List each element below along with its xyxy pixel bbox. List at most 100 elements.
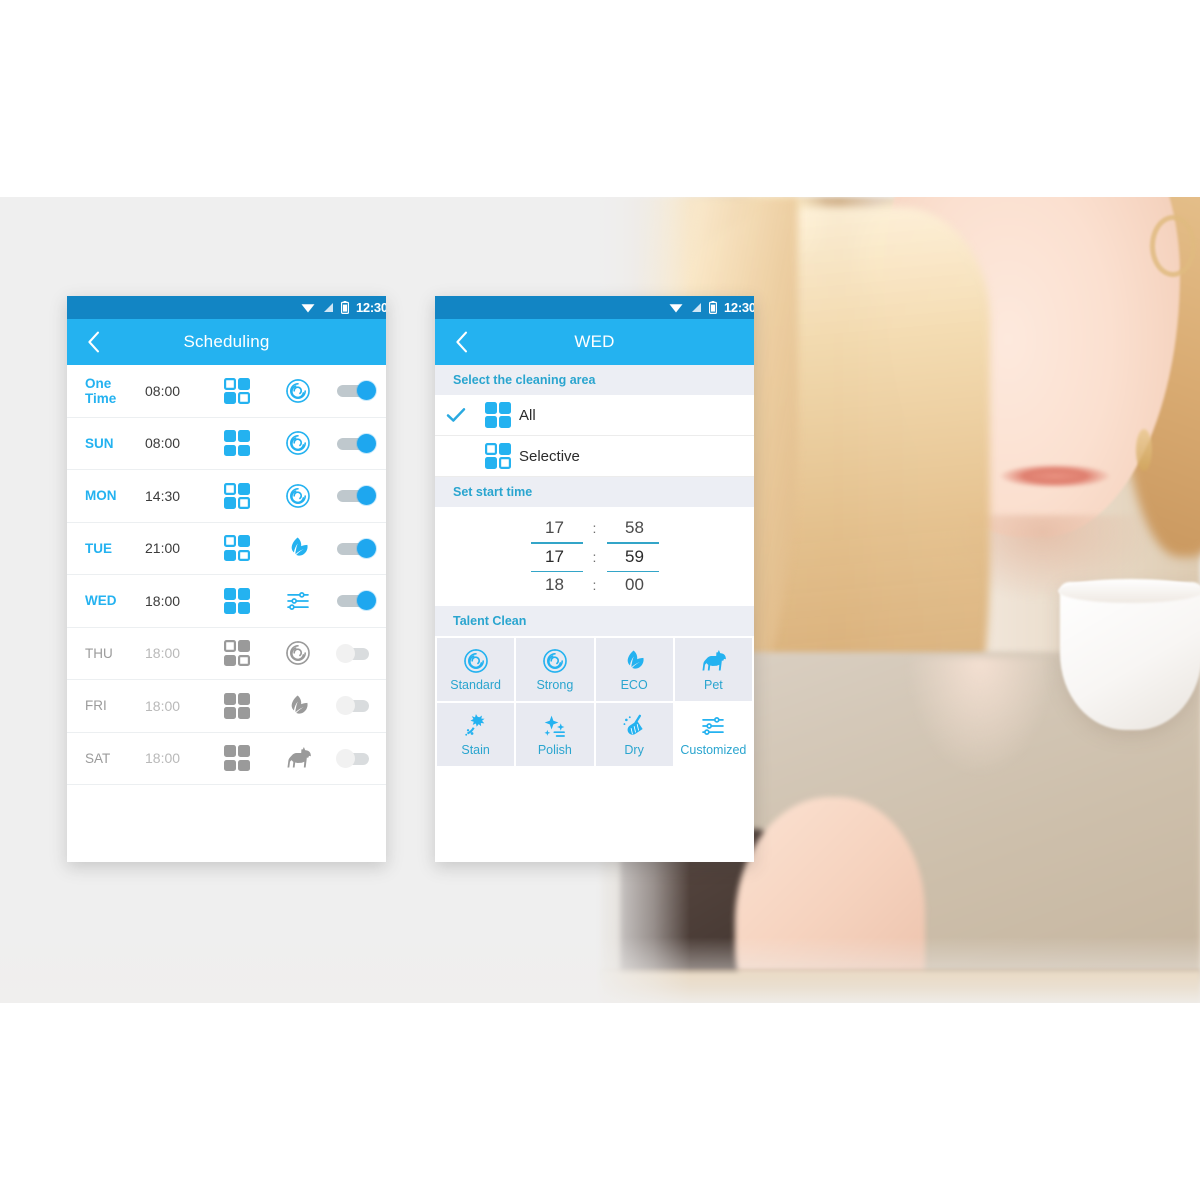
talent-clean-tile[interactable]: Customized — [674, 703, 752, 766]
schedule-time-label: 18:00 — [145, 697, 181, 714]
phone-scheduling-screen: 12:30 Scheduling One Time 08:00 SUN 08:00 … — [67, 296, 386, 862]
cleaning-area-option[interactable]: Selective — [435, 436, 754, 477]
phone-day-detail-screen: 12:30 WED Select the cleaning area All Se… — [435, 296, 754, 862]
schedule-mode-icon[interactable] — [267, 745, 329, 771]
talent-clean-tile[interactable]: Dry — [595, 703, 673, 766]
option-check — [435, 407, 477, 423]
check-icon — [446, 408, 466, 422]
schedule-row[interactable]: MON 14:30 — [67, 470, 386, 523]
time-picker-row[interactable]: 17:58 — [435, 518, 754, 540]
talent-clean-tile[interactable]: ECO — [595, 638, 673, 701]
signal-icon — [690, 302, 702, 313]
schedule-list: One Time 08:00 SUN 08:00 MON 14:30 TUE 21:00 — [67, 365, 386, 785]
schedule-toggle[interactable] — [329, 591, 382, 611]
schedule-day-label: MON — [85, 488, 117, 504]
schedule-toggle[interactable] — [329, 381, 382, 401]
schedule-mode-icon[interactable] — [267, 430, 329, 456]
battery-icon — [709, 301, 717, 314]
app-bar-left: Scheduling — [67, 319, 386, 365]
time-picker-row[interactable]: 18:00 — [435, 575, 754, 597]
time-picker-divider — [435, 570, 754, 572]
talent-clean-header: Talent Clean — [435, 606, 754, 636]
schedule-row[interactable]: FRI 18:00 — [67, 680, 386, 733]
time-hour[interactable]: 17 — [527, 518, 583, 540]
schedule-area-icon[interactable] — [207, 430, 267, 457]
schedule-mode-icon[interactable] — [267, 693, 329, 719]
area-selective-icon — [224, 535, 250, 562]
schedule-toggle[interactable] — [329, 643, 382, 663]
time-minute[interactable]: 00 — [607, 575, 663, 597]
schedule-row[interactable]: WED 18:00 — [67, 575, 386, 628]
schedule-day-label: WED — [85, 593, 117, 609]
schedule-row[interactable]: TUE 21:00 — [67, 523, 386, 575]
schedule-mode-icon[interactable] — [267, 535, 329, 561]
option-label: All — [519, 406, 536, 424]
tile-label: Pet — [703, 677, 723, 692]
area-all-icon — [224, 587, 250, 614]
schedule-toggle[interactable] — [329, 538, 382, 558]
schedule-area-icon[interactable] — [207, 482, 267, 509]
area-selective-icon — [224, 640, 250, 667]
splash-icon — [463, 713, 489, 739]
schedule-toggle[interactable] — [329, 696, 382, 716]
schedule-row[interactable]: One Time 08:00 — [67, 365, 386, 418]
dog-icon — [699, 648, 727, 674]
time-picker[interactable]: 17:58 17:59 18:00 — [435, 507, 754, 606]
schedule-area-icon[interactable] — [207, 640, 267, 667]
page-title: Scheduling — [183, 332, 270, 351]
schedule-day-label: SAT — [85, 750, 111, 766]
start-time-header: Set start time — [435, 477, 754, 507]
schedule-toggle[interactable] — [329, 433, 382, 453]
cleaning-area-header: Select the cleaning area — [435, 365, 754, 395]
option-label: Selective — [519, 447, 580, 465]
schedule-mode-icon[interactable] — [267, 640, 329, 666]
status-bar-left: 12:30 — [67, 296, 386, 319]
time-hour[interactable]: 17 — [527, 547, 583, 569]
tile-label: Standard — [450, 677, 501, 692]
schedule-row[interactable]: SAT 18:00 — [67, 733, 386, 785]
schedule-mode-icon[interactable] — [267, 588, 329, 614]
schedule-toggle[interactable] — [329, 486, 382, 506]
time-separator: : — [592, 520, 597, 536]
tile-label: Customized — [680, 742, 747, 757]
time-separator: : — [592, 548, 597, 565]
talent-clean-tile[interactable]: Polish — [516, 703, 594, 766]
scene-background: 12:30 Scheduling One Time 08:00 SUN 08:00 … — [0, 197, 1200, 1003]
schedule-area-icon[interactable] — [207, 587, 267, 614]
schedule-time-label: 14:30 — [145, 487, 181, 504]
talent-clean-tile[interactable]: Strong — [516, 638, 594, 701]
talent-clean-tile[interactable]: Pet — [674, 638, 752, 701]
schedule-time-label: 18:00 — [145, 645, 181, 662]
tile-label: ECO — [620, 677, 648, 692]
schedule-mode-icon[interactable] — [267, 483, 329, 509]
schedule-time-label: 21:00 — [145, 540, 181, 557]
schedule-area-icon[interactable] — [207, 535, 267, 562]
tile-label: Polish — [537, 742, 572, 757]
time-picker-row[interactable]: 17:59 — [435, 547, 754, 569]
area-selective-icon — [224, 482, 250, 509]
area-selective-icon — [485, 443, 511, 469]
app-bar-right: WED — [435, 319, 754, 365]
wifi-icon — [669, 302, 683, 313]
schedule-row[interactable]: SUN 08:00 — [67, 418, 386, 470]
wifi-icon — [301, 302, 315, 313]
battery-icon — [341, 301, 349, 314]
time-hour[interactable]: 18 — [527, 575, 583, 597]
page-title: WED — [574, 332, 615, 351]
schedule-area-icon[interactable] — [207, 377, 267, 404]
area-all-icon — [224, 430, 250, 457]
area-selective-icon — [224, 377, 250, 404]
schedule-day-label: THU — [85, 645, 113, 661]
talent-clean-tile[interactable]: Stain — [437, 703, 515, 766]
schedule-mode-icon[interactable] — [267, 378, 329, 404]
schedule-area-icon[interactable] — [207, 692, 267, 719]
schedule-toggle[interactable] — [329, 748, 382, 768]
time-minute[interactable]: 58 — [607, 518, 663, 540]
time-separator: : — [592, 577, 597, 593]
schedule-area-icon[interactable] — [207, 745, 267, 772]
schedule-row[interactable]: THU 18:00 — [67, 628, 386, 680]
schedule-day-label: FRI — [85, 698, 107, 714]
talent-clean-tile[interactable]: Standard — [437, 638, 515, 701]
cleaning-area-option[interactable]: All — [435, 395, 754, 436]
time-minute[interactable]: 59 — [607, 547, 663, 569]
